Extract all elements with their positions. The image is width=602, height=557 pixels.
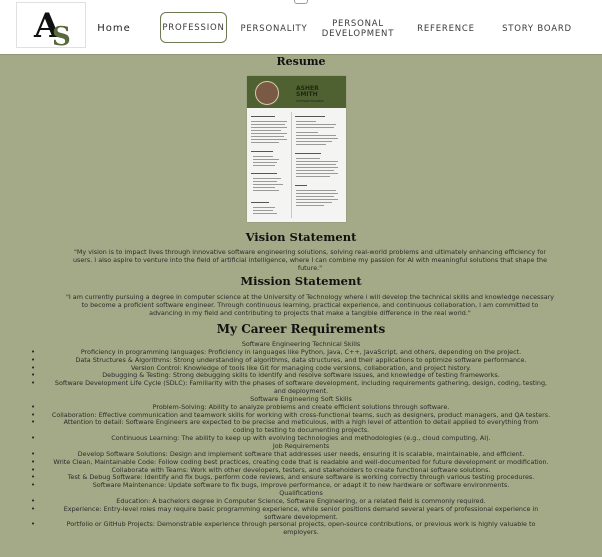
resume-text-line bbox=[253, 181, 277, 182]
resume-text-line bbox=[251, 130, 281, 131]
resume-text-line bbox=[296, 196, 334, 197]
resume-text-line bbox=[296, 138, 338, 139]
resume-text-line bbox=[253, 165, 275, 166]
resume-text-line bbox=[253, 156, 273, 157]
resume-heading: Resume bbox=[276, 55, 326, 68]
resume-text-line bbox=[296, 176, 330, 177]
vision-text: "My vision is to impact lives through in… bbox=[40, 248, 580, 272]
nav-profession[interactable]: PROFESSION bbox=[160, 12, 227, 43]
mission-heading: Mission Statement bbox=[240, 274, 362, 288]
resume-text-line bbox=[253, 190, 279, 191]
resume-text-line bbox=[296, 193, 338, 194]
nav-home-label: Home bbox=[97, 23, 131, 34]
resume-text-line bbox=[251, 133, 287, 134]
resume-text-line bbox=[296, 158, 320, 159]
resume-text-line bbox=[296, 164, 336, 165]
resume-text-line bbox=[251, 116, 275, 118]
resume-name: ASHER SMITH bbox=[296, 86, 319, 98]
resume-text-line bbox=[296, 167, 338, 168]
resume-text-line bbox=[253, 159, 279, 160]
vision-text-line3: future." bbox=[297, 264, 323, 272]
resume-photo bbox=[255, 81, 279, 105]
resume-text-line bbox=[296, 161, 338, 162]
site-header: A S Home PROFESSION PERSONALITY PERSONAL… bbox=[0, 0, 602, 54]
career-requirements-list: Software Engineering Technical SkillsPro… bbox=[0, 340, 602, 537]
mission-text-line1: "I am currently pursuing a degree in com… bbox=[65, 293, 555, 301]
resume-text-line bbox=[253, 210, 273, 211]
resume-text-line bbox=[251, 121, 287, 122]
resume-text-line bbox=[296, 202, 332, 203]
resume-text-line bbox=[296, 135, 336, 136]
resume-text-line bbox=[251, 173, 277, 175]
resume-text-line bbox=[296, 170, 334, 171]
resume-text-line bbox=[295, 116, 325, 118]
nav-reference[interactable]: REFERENCE bbox=[412, 14, 480, 44]
mission-text: "I am currently pursuing a degree in com… bbox=[40, 293, 580, 317]
nav-story-board[interactable]: STORY BOARD bbox=[500, 14, 574, 44]
nav-story-board-label: STORY BOARD bbox=[502, 24, 572, 34]
nav-personal-development-label: PERSONAL DEVELOPMENT bbox=[322, 19, 394, 39]
resume-text-line bbox=[296, 121, 316, 122]
resume-text-line bbox=[253, 213, 277, 214]
resume-text-line bbox=[295, 153, 321, 155]
nav-personal-development-line2: DEVELOPMENT bbox=[321, 29, 395, 39]
resume-image[interactable]: ASHER SMITH SOFTWARE ENGINEER bbox=[247, 76, 346, 222]
resume-text-line bbox=[251, 151, 273, 153]
resume-subtitle: SOFTWARE ENGINEER bbox=[296, 100, 324, 103]
nav-personal-development-line1: PERSONAL bbox=[332, 19, 384, 29]
resume-column-divider bbox=[291, 112, 292, 218]
nav-personality[interactable]: PERSONALITY bbox=[238, 14, 310, 44]
nav-personal-development[interactable]: PERSONAL DEVELOPMENT bbox=[320, 14, 396, 44]
resume-text-line bbox=[251, 127, 287, 128]
vision-heading: Vision Statement bbox=[245, 230, 357, 244]
nav-profession-label: PROFESSION bbox=[162, 22, 225, 33]
resume-text-line bbox=[253, 162, 277, 163]
resume-text-line bbox=[296, 124, 336, 125]
resume-text-line bbox=[296, 173, 338, 174]
requirement-text-line: employers. bbox=[0, 528, 602, 537]
site-logo[interactable]: A S bbox=[16, 2, 86, 48]
resume-text-line bbox=[251, 202, 269, 204]
resume-text-line bbox=[296, 141, 332, 142]
resume-text-line bbox=[296, 190, 336, 191]
resume-text-line bbox=[296, 199, 338, 200]
resume-text-line bbox=[295, 185, 307, 187]
vision-text-line2: users. I also aspire to venture into the… bbox=[72, 256, 548, 264]
resume-text-line bbox=[251, 136, 284, 137]
resume-name-last: SMITH bbox=[296, 91, 318, 98]
resume-text-line bbox=[296, 205, 324, 206]
resume-text-line bbox=[251, 124, 285, 125]
main-content: Resume ASHER SMITH SOFTWARE ENGINEER Vis… bbox=[0, 54, 602, 557]
resume-text-line bbox=[296, 127, 334, 128]
nav-personality-label: PERSONALITY bbox=[240, 24, 308, 34]
resume-text-line bbox=[253, 207, 275, 208]
mission-text-line3: advancing in my field and contributing t… bbox=[149, 309, 471, 317]
resume-text-line bbox=[253, 178, 281, 179]
resume-text-line bbox=[253, 187, 275, 188]
career-heading: My Career Requirements bbox=[216, 322, 386, 336]
requirement-text: employers. bbox=[283, 528, 319, 537]
nav-home[interactable]: Home bbox=[96, 14, 132, 44]
resume-text-line bbox=[251, 139, 287, 140]
resume-text-line bbox=[296, 144, 326, 145]
logo-graphic: A S bbox=[33, 6, 71, 47]
vision-text-line1: "My vision is to impact lives through in… bbox=[73, 248, 547, 256]
mission-text-line2: to become a proficient software engineer… bbox=[81, 301, 539, 309]
top-handle bbox=[294, 0, 308, 4]
resume-text-line bbox=[296, 132, 318, 133]
resume-text-line bbox=[253, 184, 283, 185]
resume-text-line bbox=[251, 142, 279, 143]
svg-text:S: S bbox=[52, 22, 71, 47]
nav-reference-label: REFERENCE bbox=[417, 24, 475, 34]
